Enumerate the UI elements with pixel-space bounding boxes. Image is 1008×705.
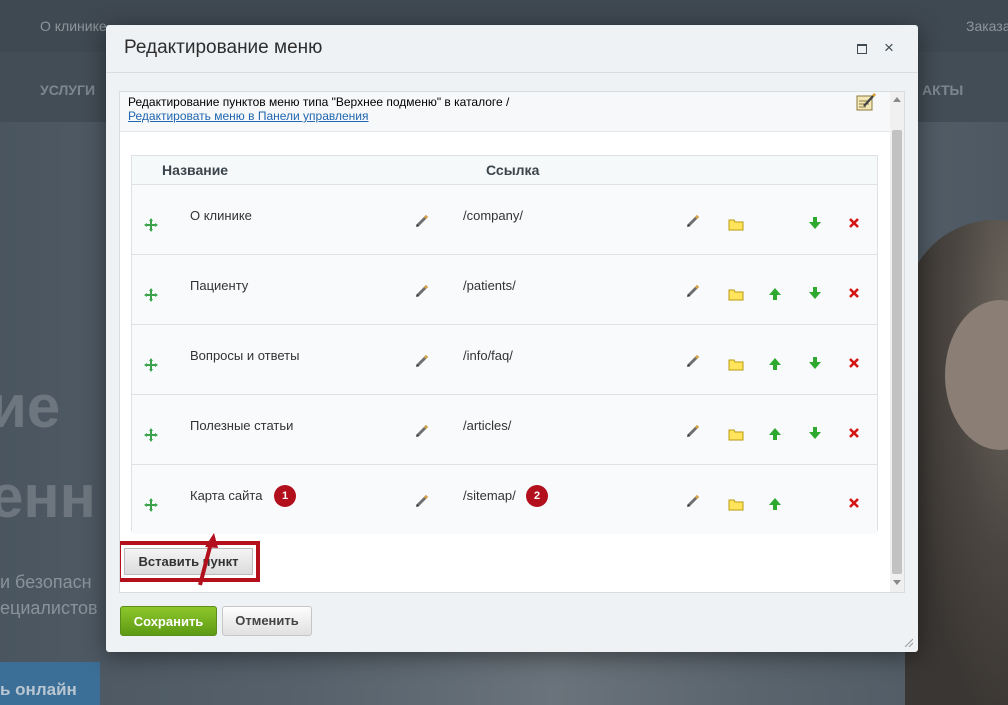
column-header-name: Название xyxy=(162,162,229,178)
background-hero-text: енн xyxy=(0,463,96,530)
cancel-button[interactable]: Отменить xyxy=(222,606,312,636)
scroll-down-icon[interactable] xyxy=(893,580,901,585)
menu-item-link: /articles/ xyxy=(463,418,512,433)
move-up-icon[interactable] xyxy=(768,357,784,373)
menu-item-name: О клинике xyxy=(190,208,252,223)
edit-link-icon[interactable] xyxy=(685,213,701,229)
delete-icon[interactable] xyxy=(848,217,864,233)
scrollbar-thumb[interactable] xyxy=(892,130,902,574)
background-top-link: О клинике xyxy=(40,18,107,34)
annotation-badge: 2 xyxy=(526,485,548,507)
folder-icon[interactable] xyxy=(728,497,744,513)
drag-handle-icon[interactable] xyxy=(143,287,159,303)
scroll-up-icon[interactable] xyxy=(893,97,901,102)
edit-link-icon[interactable] xyxy=(685,283,701,299)
table-row: Вопросы и ответы/info/faq/ xyxy=(132,324,877,394)
edit-link-icon[interactable] xyxy=(685,493,701,509)
background-top-right: Заказа xyxy=(966,18,1008,34)
annotation-badge: 1 xyxy=(274,485,296,507)
info-text: Редактирование пунктов меню типа "Верхне… xyxy=(128,95,510,109)
dialog-header: Редактирование меню × xyxy=(106,25,918,73)
drag-handle-icon[interactable] xyxy=(143,497,159,513)
menu-item-link: /info/faq/ xyxy=(463,348,513,363)
annotation-arrow-icon xyxy=(198,533,218,586)
save-button[interactable]: Сохранить xyxy=(120,606,217,636)
folder-icon[interactable] xyxy=(728,427,744,443)
background-photo xyxy=(905,220,1008,705)
menu-item-name: Пациенту xyxy=(190,278,249,293)
background-nav-item: АКТЫ xyxy=(922,82,964,98)
resize-grip-icon[interactable] xyxy=(903,637,913,647)
move-down-icon[interactable] xyxy=(808,426,824,442)
delete-icon[interactable] xyxy=(848,287,864,303)
edit-menu-dialog: Редактирование меню × Редактирование пун… xyxy=(106,25,918,652)
edit-link-icon[interactable] xyxy=(685,353,701,369)
maximize-icon[interactable] xyxy=(855,41,869,55)
table-row: Пациенту/patients/ xyxy=(132,254,877,324)
background-hero-subtext: ециалистов xyxy=(0,598,98,618)
delete-icon[interactable] xyxy=(848,497,864,513)
column-header-link: Ссылка xyxy=(486,162,540,178)
insert-button-highlight: Вставить пункт xyxy=(120,541,260,582)
delete-icon[interactable] xyxy=(848,427,864,443)
folder-icon[interactable] xyxy=(728,357,744,373)
move-up-icon[interactable] xyxy=(768,287,784,303)
move-down-icon[interactable] xyxy=(808,216,824,232)
drag-handle-icon[interactable] xyxy=(143,217,159,233)
folder-icon[interactable] xyxy=(728,287,744,303)
control-panel-link[interactable]: Редактировать меню в Панели управления xyxy=(128,109,369,123)
menu-item-name: Карта сайта xyxy=(190,488,263,503)
move-up-icon[interactable] xyxy=(768,427,784,443)
edit-name-icon[interactable] xyxy=(414,493,430,509)
edit-name-icon[interactable] xyxy=(414,353,430,369)
delete-icon[interactable] xyxy=(848,357,864,373)
close-icon[interactable]: × xyxy=(882,39,896,56)
dialog-body: Редактирование пунктов меню типа "Верхне… xyxy=(119,91,905,593)
background-hero-subtext: и безопасн xyxy=(0,572,92,592)
menu-items-table: Название Ссылка О клинике/company/Пациен… xyxy=(131,155,878,534)
edit-name-icon[interactable] xyxy=(414,283,430,299)
menu-item-link: /company/ xyxy=(463,208,523,223)
menu-item-name: Полезные статьи xyxy=(190,418,294,433)
folder-icon[interactable] xyxy=(728,217,744,233)
background-hero-text: ие xyxy=(0,373,61,440)
menu-item-link: /patients/ xyxy=(463,278,516,293)
info-panel: Редактирование пунктов меню типа "Верхне… xyxy=(120,92,890,132)
drag-handle-icon[interactable] xyxy=(143,357,159,373)
move-down-icon[interactable] xyxy=(808,356,824,372)
menu-item-link: /sitemap/ xyxy=(463,488,516,503)
background-online-button: ь онлайн xyxy=(0,662,100,705)
edit-name-icon[interactable] xyxy=(414,423,430,439)
menu-item-name: Вопросы и ответы xyxy=(190,348,300,363)
drag-handle-icon[interactable] xyxy=(143,427,159,443)
dialog-title: Редактирование меню xyxy=(124,37,323,58)
background-nav-item: УСЛУГИ xyxy=(40,82,96,98)
table-row: О клинике/company/ xyxy=(132,184,877,254)
move-down-icon[interactable] xyxy=(808,286,824,302)
table-row: Карта сайта/sitemap/1 2 xyxy=(132,464,877,534)
edit-name-icon[interactable] xyxy=(414,213,430,229)
table-row: Полезные статьи/articles/ xyxy=(132,394,877,464)
edit-notepad-icon xyxy=(855,92,877,112)
vertical-scrollbar[interactable] xyxy=(890,92,904,592)
edit-link-icon[interactable] xyxy=(685,423,701,439)
move-up-icon[interactable] xyxy=(768,497,784,513)
insert-item-button[interactable]: Вставить пункт xyxy=(124,548,253,575)
